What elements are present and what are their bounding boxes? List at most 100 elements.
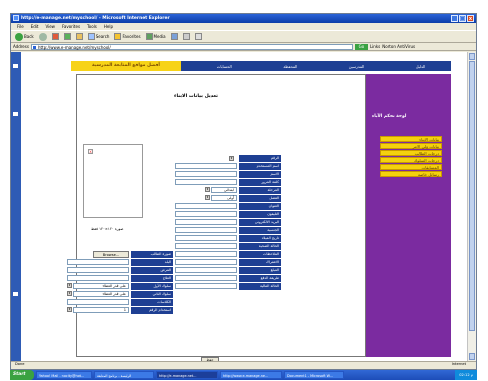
username-input[interactable] bbox=[175, 163, 237, 169]
refresh-icon[interactable] bbox=[63, 33, 71, 40]
links-label[interactable]: Links bbox=[370, 44, 380, 49]
close-button[interactable]: x bbox=[467, 15, 474, 22]
stage-select[interactable]: ابتدائي bbox=[211, 187, 237, 193]
sidebar-link[interactable]: المسابقات bbox=[380, 164, 442, 170]
name-input[interactable] bbox=[175, 171, 237, 177]
menu-edit[interactable]: Edit bbox=[31, 23, 39, 30]
disease-input[interactable] bbox=[67, 267, 129, 273]
student-photo: x bbox=[83, 144, 143, 218]
go-button[interactable]: Go bbox=[354, 43, 368, 50]
subscription-input[interactable] bbox=[175, 259, 237, 265]
email-input[interactable] bbox=[175, 219, 237, 225]
taskbar-item[interactable]: http://www.e-manage.ne... bbox=[220, 371, 282, 379]
notes-input[interactable] bbox=[175, 251, 237, 257]
payment-method-input[interactable] bbox=[175, 275, 237, 281]
ie-icon bbox=[13, 15, 19, 21]
stop-icon[interactable] bbox=[51, 33, 59, 40]
field-label: الفصل bbox=[239, 195, 281, 202]
sidebar-link[interactable]: بيانات الابناء bbox=[380, 136, 442, 142]
menu-file[interactable]: File bbox=[17, 23, 24, 30]
taskbar-item[interactable]: http://e-manage.net... bbox=[156, 371, 218, 379]
site-logo[interactable]: أفضل مواقع المتابعة المدرسية bbox=[71, 61, 181, 71]
address-url: http://www.e-manage.net/myschool/ bbox=[37, 44, 111, 50]
field-label: الجنسية bbox=[239, 227, 281, 234]
toolbar: Back Search Favorites Media bbox=[11, 30, 476, 43]
behavior1-select[interactable]: على قدر العطاء bbox=[73, 283, 129, 289]
media-button[interactable]: Media bbox=[145, 33, 166, 40]
taskbar-item[interactable]: Document1 - Microsoft W... bbox=[284, 371, 344, 379]
field-label: صورة الطالب bbox=[131, 251, 173, 258]
address-input[interactable]: http://www.e-manage.net/myschool/ bbox=[30, 43, 353, 50]
nav-item[interactable]: المحفظة bbox=[283, 64, 297, 69]
title-bar: http://e-manage.net/myschool/ - Microsof… bbox=[11, 14, 476, 23]
nav-item[interactable]: الحسابات bbox=[217, 64, 232, 69]
system-tray-clock[interactable]: 02:12 م bbox=[455, 370, 477, 380]
classes-input[interactable] bbox=[67, 299, 129, 305]
field-label: المبلغ bbox=[239, 267, 281, 274]
print-icon[interactable] bbox=[194, 33, 202, 40]
broken-image-icon: x bbox=[88, 149, 93, 154]
field-label: البريد الالكتروني bbox=[239, 219, 281, 226]
status-text: Done bbox=[15, 362, 25, 366]
minimize-button[interactable]: _ bbox=[451, 15, 458, 22]
forward-button[interactable] bbox=[38, 32, 47, 41]
password-input[interactable] bbox=[175, 179, 237, 185]
browser-window: http://e-manage.net/myschool/ - Microsof… bbox=[10, 13, 477, 370]
field-label: استخدام الرقم bbox=[131, 307, 173, 314]
country-input[interactable] bbox=[67, 259, 129, 265]
start-button[interactable]: Start bbox=[10, 370, 34, 380]
back-button[interactable]: Back bbox=[15, 32, 34, 41]
sidebar-link[interactable]: رسائل خاصة bbox=[380, 171, 442, 177]
class-select[interactable]: أولى bbox=[211, 195, 237, 201]
field-label: العنوان bbox=[239, 203, 281, 210]
history-icon[interactable] bbox=[170, 33, 178, 40]
favorites-label: Favorites bbox=[122, 34, 141, 39]
health-input[interactable] bbox=[175, 243, 237, 249]
sidebar-link[interactable]: بيانات ولي الامر bbox=[380, 143, 442, 149]
status-bar: Done Internet bbox=[11, 361, 476, 367]
id-dropdown[interactable]: ▾ bbox=[229, 156, 234, 161]
scroll-thumb[interactable] bbox=[469, 61, 475, 331]
behavior2-dropdown-arrow[interactable]: ▾ bbox=[67, 291, 72, 296]
media-label: Media bbox=[153, 34, 166, 39]
field-label: اسم المستخدم bbox=[239, 163, 281, 170]
treatment-input[interactable] bbox=[67, 275, 129, 281]
maximize-button[interactable]: □ bbox=[459, 15, 466, 22]
menu-tools[interactable]: Tools bbox=[87, 23, 97, 30]
nationality-input[interactable] bbox=[175, 227, 237, 233]
use-number-dropdown-arrow[interactable]: ▾ bbox=[67, 307, 72, 312]
scroll-down-arrow[interactable] bbox=[469, 353, 475, 360]
stage-dropdown-arrow[interactable]: ▾ bbox=[205, 187, 210, 192]
mail-icon[interactable] bbox=[182, 33, 190, 40]
menu-view[interactable]: View bbox=[45, 23, 55, 30]
phone-input[interactable] bbox=[175, 211, 237, 217]
field-label: الاشتراك bbox=[239, 259, 281, 266]
menu-favorites[interactable]: Favorites bbox=[62, 23, 80, 30]
nav-item[interactable]: المدرسين bbox=[349, 64, 364, 69]
scroll-up-arrow[interactable] bbox=[469, 53, 475, 60]
taskbar-item[interactable]: الرئيسة - برنامج المتابعة bbox=[94, 371, 154, 379]
search-button[interactable]: Search bbox=[87, 33, 109, 40]
nav-item[interactable]: الدليل bbox=[416, 64, 425, 69]
favorites-button[interactable]: Favorites bbox=[114, 33, 141, 40]
address-field[interactable] bbox=[175, 203, 237, 209]
financial-status-input[interactable] bbox=[175, 283, 237, 289]
vertical-scrollbar[interactable] bbox=[467, 52, 476, 361]
field-label: الرقم bbox=[239, 155, 281, 162]
taskbar-item[interactable]: Yahoo! Mail - nocity@hot... bbox=[36, 371, 92, 379]
norton-label[interactable]: Norton AntiVirus bbox=[382, 44, 415, 49]
internet-zone: Internet bbox=[451, 362, 466, 366]
field-label: سلوك الأول bbox=[131, 283, 173, 290]
use-number-select[interactable]: 1 bbox=[73, 307, 129, 313]
behavior2-select[interactable]: على قدر العطاء bbox=[73, 291, 129, 297]
class-dropdown-arrow[interactable]: ▾ bbox=[205, 195, 210, 200]
amount-input[interactable] bbox=[175, 267, 237, 273]
star-icon bbox=[114, 33, 122, 40]
sidebar-link[interactable]: درجات الطالب bbox=[380, 150, 442, 156]
birthdate-input[interactable] bbox=[175, 235, 237, 241]
browse-button[interactable]: Browse... bbox=[93, 251, 129, 258]
behavior1-dropdown-arrow[interactable]: ▾ bbox=[67, 283, 72, 288]
sidebar-link[interactable]: درجات السلوك bbox=[380, 157, 442, 163]
home-icon[interactable] bbox=[75, 33, 83, 40]
menu-help[interactable]: Help bbox=[104, 23, 113, 30]
